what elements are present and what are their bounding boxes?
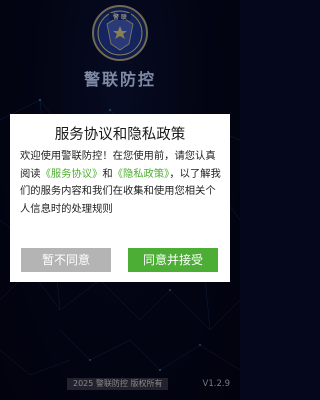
dialog-message: 欢迎使用警联防控！在您使用前，请您认真阅读《服务协议》和《隐私政策》，以了解我们… — [20, 148, 224, 218]
service-agreement-link[interactable]: 《服务协议》 — [41, 168, 103, 180]
copyright-text: 2025 警联防控 版权所有 — [67, 378, 169, 390]
privacy-dialog: 服务协议和隐私政策 欢迎使用警联防控！在您使用前，请您认真阅读《服务协议》和《隐… — [10, 114, 230, 282]
footer: 2025 警联防控 版权所有 V1.2.9 — [0, 378, 240, 390]
app-title: 警联防控 — [83, 70, 156, 89]
version-text: V1.2.9 — [202, 379, 230, 389]
police-badge-logo: 警 联 — [91, 4, 149, 62]
badge-text: 警 联 — [113, 13, 127, 21]
dialog-title: 服务协议和隐私政策 — [54, 127, 186, 143]
privacy-policy-link[interactable]: 《隐私政策》 — [113, 168, 170, 180]
message-and: 和 — [102, 167, 113, 180]
decline-button[interactable]: 暂不同意 — [21, 248, 111, 272]
accept-button[interactable]: 同意并接受 — [128, 248, 218, 272]
